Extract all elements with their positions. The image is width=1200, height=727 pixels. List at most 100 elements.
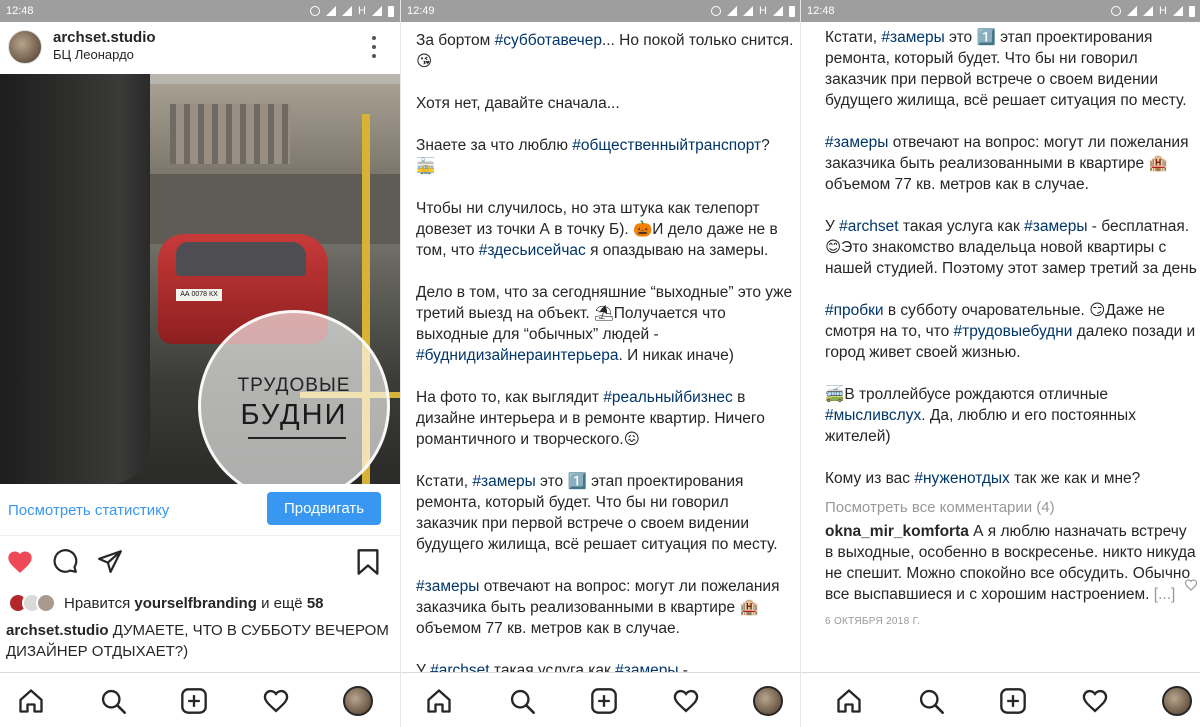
alarm-icon [711, 6, 722, 16]
comment-username[interactable]: okna_mir_komforta [825, 523, 969, 540]
grin-emoji-icon: 😏 [1089, 302, 1106, 319]
caption-paragraph: #замеры отвечают на вопрос: могут ли пож… [825, 134, 1189, 193]
add-post-icon[interactable] [180, 687, 208, 715]
building-emoji-icon: 🏨 [739, 599, 759, 616]
construction-emoji-icon: ⛱ [594, 305, 614, 322]
signal-icon [1173, 6, 1183, 16]
hashtag[interactable]: #реальныйбизнес [603, 389, 733, 406]
license-plate: АА 0078 КХ [176, 289, 222, 301]
alarm-icon [1111, 6, 1122, 16]
profile-avatar[interactable] [753, 686, 783, 716]
liker-username[interactable]: yourselfbranding [134, 595, 257, 612]
battery-icon [1189, 5, 1195, 17]
signal-icon [773, 6, 783, 16]
bottom-nav [401, 672, 800, 727]
hashtag[interactable]: #общественныйтранспорт [572, 137, 761, 154]
more-options-icon[interactable] [372, 36, 378, 58]
caption-paragraph: Кстати, #замеры это 1️⃣ этап проектирова… [825, 29, 1187, 109]
view-insights-link[interactable]: Посмотреть статистику [8, 502, 169, 519]
bottom-nav [801, 672, 1200, 727]
home-icon[interactable] [425, 687, 453, 715]
hashtag[interactable]: #трудовыебудни [954, 323, 1073, 340]
profile-avatar[interactable] [343, 686, 373, 716]
hashtag[interactable]: #буднидизайнераинтерьера [416, 347, 618, 364]
hashtag[interactable]: #замеры [825, 134, 888, 151]
hashtag[interactable]: #archset [839, 218, 898, 235]
caption-paragraph: На фото то, как выглядит #реальныйбизнес… [416, 389, 765, 448]
caption-paragraph: #замеры отвечают на вопрос: могут ли пож… [416, 578, 780, 637]
share-icon[interactable] [97, 548, 123, 574]
signal-icon [1127, 6, 1138, 16]
like-heart-icon[interactable] [6, 548, 34, 576]
network-type: H [759, 5, 767, 17]
caption-paragraph: #пробки в субботу очаровательные. 😏Даже … [825, 302, 1196, 361]
hashtag[interactable]: #замеры [1024, 218, 1087, 235]
profile-avatar[interactable] [1162, 686, 1192, 716]
caption-paragraph: Кстати, #замеры это 1️⃣ этап проектирова… [416, 473, 778, 553]
status-time: 12:48 [6, 5, 34, 17]
hashtag[interactable]: #замеры [881, 29, 944, 46]
signal-icon [326, 6, 337, 16]
post-image[interactable]: АА 0078 КХ ТРУДОВЫЕ БУДНИ [0, 74, 400, 484]
building-emoji-icon: 🏨 [1148, 155, 1168, 172]
add-post-icon[interactable] [999, 687, 1027, 715]
signal-icon [372, 6, 382, 16]
comment-more-link[interactable]: [...] [1154, 586, 1176, 603]
status-bar: 12:49 H [401, 0, 800, 22]
number-one-emoji-icon: 1️⃣ [567, 473, 587, 490]
home-icon[interactable] [835, 687, 863, 715]
add-post-icon[interactable] [590, 687, 618, 715]
view-all-comments-link[interactable]: Посмотреть все комментарии (4) [825, 497, 1197, 518]
caption-paragraph: У #archset такая услуга как #замеры - бе… [825, 218, 1197, 277]
caption-paragraph: Чтобы ни случилось, но эта штука как тел… [416, 200, 778, 259]
signal-icon [342, 6, 353, 16]
status-bar: 12:48 H [0, 0, 400, 22]
post-location[interactable]: БЦ Леонардо [53, 47, 134, 62]
activity-heart-icon[interactable] [672, 687, 700, 715]
likes-text: Нравится yourselfbranding и ещё 58 [64, 594, 324, 612]
search-icon[interactable] [99, 687, 127, 715]
post-date: 6 ОКТЯБРЯ 2018 Г. [825, 616, 921, 627]
hashtag[interactable]: #замеры [472, 473, 535, 490]
caption-paragraph: Кому из вас #нуженотдых так же как и мне… [825, 470, 1141, 487]
liker-avatar [36, 593, 56, 613]
home-icon[interactable] [17, 687, 45, 715]
status-bar: 12:48 H [801, 0, 1200, 22]
save-bookmark-icon[interactable] [356, 548, 380, 576]
network-type: H [358, 5, 366, 17]
caption-body: Кстати, #замеры это 1️⃣ этап проектирова… [825, 27, 1197, 632]
hashtag[interactable]: #нуженотдых [914, 470, 1009, 487]
avatar[interactable] [8, 30, 42, 64]
likes-count[interactable]: 58 [307, 595, 324, 612]
hashtag[interactable]: #субботавечер [495, 32, 602, 49]
caption-paragraph: За бортом #субботавечер... Но покой толь… [416, 32, 794, 70]
caption-body: За бортом #субботавечер... Но покой толь… [416, 30, 794, 702]
hashtag[interactable]: #пробки [825, 302, 884, 319]
divider [0, 535, 400, 536]
smile-emoji-icon: 😊 [825, 239, 842, 256]
hashtag[interactable]: #мысливслух [825, 407, 921, 424]
activity-heart-icon[interactable] [262, 687, 290, 715]
post-header: archset.studio БЦ Леонардо [0, 22, 400, 74]
caption-paragraph: Дело в том, что за сегодняшние “выходные… [416, 284, 793, 364]
caption-username[interactable]: archset.studio [6, 622, 109, 639]
pumpkin-emoji-icon: 🎃 [632, 221, 653, 238]
caption-screen-1: 12:49 H За бортом #субботавечер... Но по… [400, 0, 800, 727]
comment-icon[interactable] [52, 548, 78, 574]
search-icon[interactable] [917, 687, 945, 715]
hashtag[interactable]: #замеры [416, 578, 479, 595]
signal-icon [1143, 6, 1154, 16]
caption-screen-2: 12:48 H Кстати, #замеры это 1️⃣ этап про… [800, 0, 1200, 727]
post-username[interactable]: archset.studio [53, 29, 156, 46]
promote-button[interactable]: Продвигать [267, 492, 381, 525]
overlay-line2: БУДНИ [240, 399, 348, 431]
likes-summary[interactable]: Нравится yourselfbranding и ещё 58 [8, 592, 324, 614]
network-type: H [1159, 5, 1167, 17]
activity-heart-icon[interactable] [1081, 687, 1109, 715]
tram-emoji-icon: 🚋 [416, 158, 436, 175]
search-icon[interactable] [508, 687, 536, 715]
status-time: 12:49 [407, 5, 435, 17]
comment-like-heart-icon[interactable] [1184, 578, 1198, 592]
signal-icon [727, 6, 738, 16]
hashtag[interactable]: #здесьисейчас [479, 242, 586, 259]
